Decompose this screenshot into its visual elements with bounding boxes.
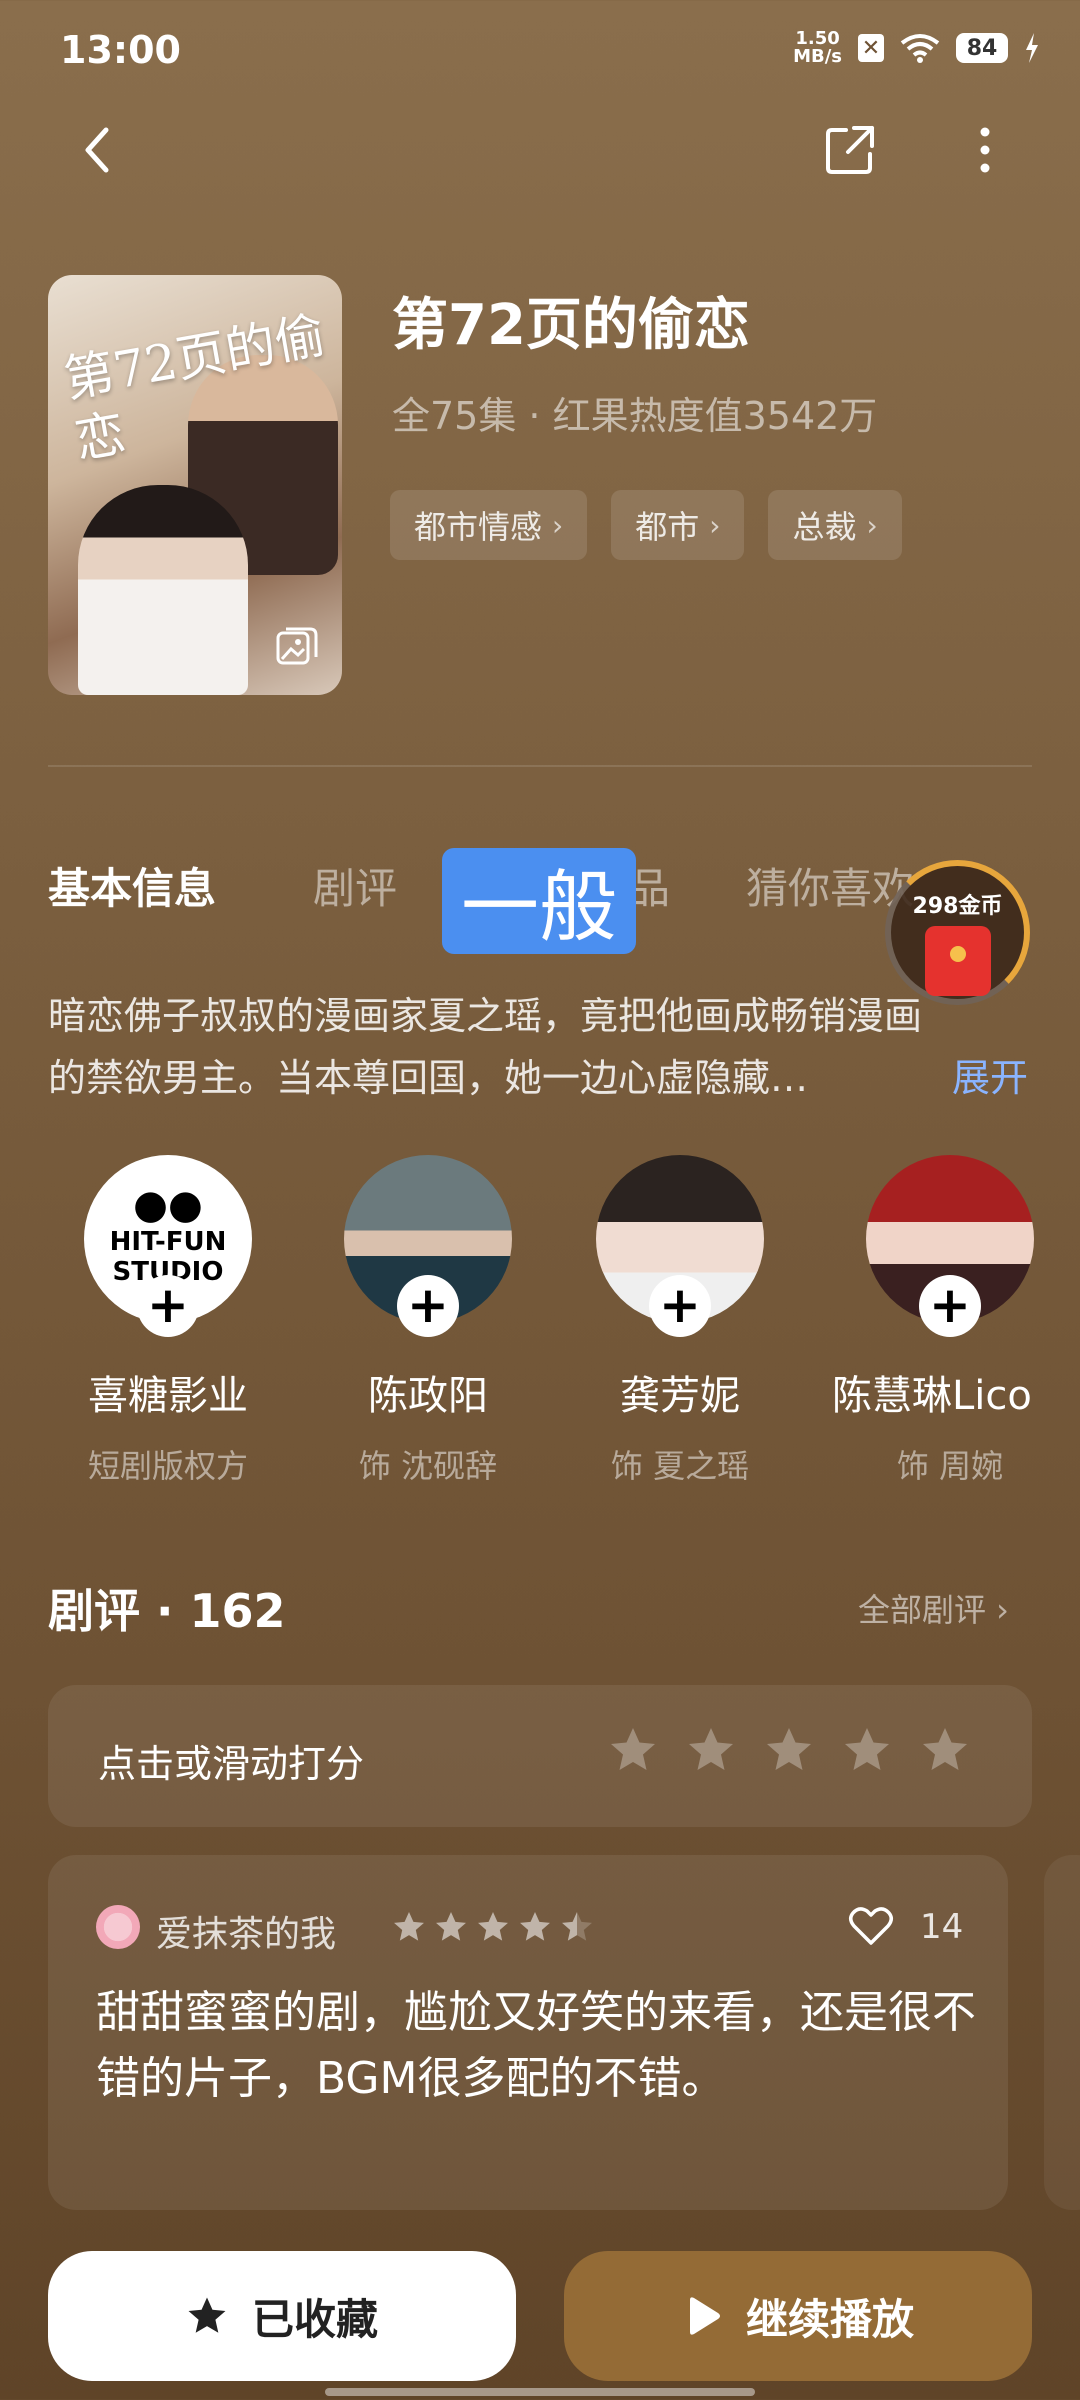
review-card[interactable]: 爱抹茶的我 14 甜甜蜜蜜的剧，尴尬又好笑的来看，还是很不错的片子，BGM很多配…	[48, 1855, 1008, 2210]
play-icon	[689, 2297, 720, 2335]
home-indicator	[325, 2388, 755, 2396]
cast-name: 陈政阳	[368, 1373, 488, 1419]
continue-play-button[interactable]: 继续播放	[564, 2251, 1032, 2381]
review-text: 甜甜蜜蜜的剧，尴尬又好笑的来看，还是很不错的片子，BGM很多配的不错。	[96, 1987, 976, 2104]
status-bar: 13:00 1.50 MB/s ✕ 84	[0, 0, 1080, 100]
cast-role: 短剧版权方	[87, 1447, 248, 1485]
top-bar	[0, 110, 1080, 190]
wifi-icon	[900, 34, 940, 63]
avatar[interactable]	[96, 1905, 140, 1949]
next-review-card-peek[interactable]	[1044, 1855, 1080, 2210]
star-icon[interactable]	[608, 1725, 658, 1775]
chevron-right-icon: ›	[552, 508, 564, 542]
chevron-right-icon: ›	[866, 508, 878, 542]
genre-tags: 都市情感 › 都市 › 总裁 ›	[390, 490, 902, 560]
drama-title: 第72页的偷恋	[392, 293, 750, 358]
tag-ceo[interactable]: 总裁 ›	[768, 490, 902, 560]
star-icon[interactable]	[764, 1725, 814, 1775]
cast-name: 喜糖影业	[88, 1373, 248, 1419]
rating-input-card[interactable]: 点击或滑动打分	[48, 1685, 1032, 1827]
star-icon[interactable]	[920, 1725, 970, 1775]
collected-button[interactable]: 已收藏	[48, 2251, 516, 2381]
cast-name: 龚芳妮	[620, 1373, 740, 1419]
tab-reviews[interactable]: 剧评	[313, 855, 397, 916]
expand-synopsis-link[interactable]: 展开	[952, 1047, 1028, 1102]
cast-item[interactable]: ●● HIT-FUN STUDIO + 喜糖影业 短剧版权方	[38, 1155, 298, 1487]
tag-urban-romance[interactable]: 都市情感 ›	[390, 490, 588, 560]
bottom-action-bar: 已收藏 继续播放	[0, 2245, 1080, 2385]
divider	[48, 765, 1032, 767]
half-star-icon	[562, 1912, 592, 1941]
network-speed: 1.50 MB/s	[793, 28, 842, 67]
star-icon[interactable]	[686, 1725, 736, 1775]
drama-meta: 全75集 · 红果热度值3542万	[392, 394, 878, 438]
back-icon[interactable]	[70, 120, 130, 180]
battery-indicator: 84	[956, 33, 1008, 63]
cast-role: 饰 周婉	[896, 1447, 1004, 1485]
synopsis-line: 的禁欲男主。当本尊回国，她一边心虚隐藏…	[48, 1056, 809, 1100]
share-icon[interactable]	[820, 120, 880, 180]
review-rating	[392, 1910, 594, 1944]
poster-female-lead	[78, 485, 248, 695]
more-options-icon[interactable]	[955, 120, 1015, 180]
status-time: 13:00	[60, 28, 181, 72]
no-sim-icon: ✕	[858, 34, 884, 62]
star-icon	[188, 2297, 226, 2333]
studio-logo: ●● HIT-FUN STUDIO	[109, 1182, 227, 1287]
follow-plus-icon[interactable]: +	[137, 1275, 199, 1337]
rate-prompt: 点击或滑动打分	[98, 1742, 365, 1786]
star-icon[interactable]	[842, 1725, 892, 1775]
heart-icon[interactable]	[848, 1905, 894, 1947]
rating-overlay-badge: 一般	[442, 848, 636, 954]
cast-item[interactable]: + 陈政阳 饰 沈砚辞	[298, 1155, 558, 1487]
follow-plus-icon[interactable]: +	[649, 1275, 711, 1337]
chevron-right-icon: ›	[709, 508, 721, 542]
star-icon	[436, 1912, 466, 1941]
follow-plus-icon[interactable]: +	[397, 1275, 459, 1337]
reviewer-name[interactable]: 爱抹茶的我	[156, 1905, 336, 1957]
star-icon	[478, 1912, 508, 1941]
star-icon	[520, 1912, 550, 1941]
status-icons: 1.50 MB/s ✕ 84	[793, 30, 1040, 66]
synopsis-line: 暗恋佛子叔叔的漫画家夏之瑶，竟把他画成畅销漫画	[48, 994, 923, 1038]
like-count: 14	[920, 1907, 964, 1947]
tag-urban[interactable]: 都市 ›	[611, 490, 745, 560]
gallery-icon[interactable]	[274, 623, 320, 669]
tab-basic-info[interactable]: 基本信息	[48, 855, 216, 916]
charging-icon	[1026, 33, 1038, 63]
cast-item[interactable]: + 龚芳妮 饰 夏之瑶	[550, 1155, 810, 1487]
follow-plus-icon[interactable]: +	[919, 1275, 981, 1337]
cast-list: ●● HIT-FUN STUDIO + 喜糖影业 短剧版权方 + 陈政阳 饰 沈…	[48, 1155, 1080, 1495]
coin-reward-widget[interactable]: 298金币	[885, 860, 1030, 1005]
coin-label: 298金币	[912, 894, 1003, 919]
cast-name: 陈慧琳Lico	[832, 1373, 1032, 1419]
synopsis: 暗恋佛子叔叔的漫画家夏之瑶，竟把他画成畅销漫画 的禁欲男主。当本尊回国，她一边心…	[48, 985, 1038, 1109]
reviews-title: 剧评 · 162	[48, 1584, 286, 1638]
cast-role: 饰 夏之瑶	[610, 1447, 750, 1485]
cast-item[interactable]: + 陈慧琳Lico 饰 周婉	[820, 1155, 1080, 1487]
all-reviews-link[interactable]: 全部剧评 ›	[858, 1585, 1009, 1631]
rating-stars[interactable]	[608, 1725, 970, 1775]
drama-poster[interactable]: 第72页的偷恋	[48, 275, 342, 695]
cast-role: 饰 沈砚辞	[358, 1447, 498, 1485]
star-icon	[394, 1912, 424, 1941]
